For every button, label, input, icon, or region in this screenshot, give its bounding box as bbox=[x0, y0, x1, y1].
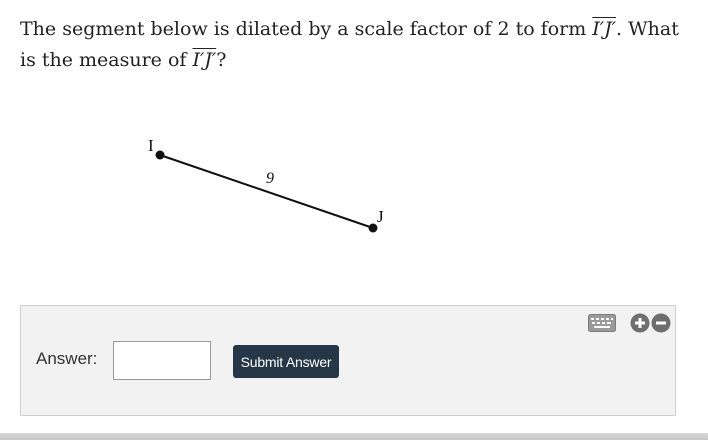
card-bottom-shadow bbox=[0, 433, 708, 440]
zoom-out-icon[interactable] bbox=[651, 313, 671, 333]
question-card: The segment below is dilated by a scale … bbox=[0, 0, 708, 433]
scale-factor: 2 bbox=[497, 18, 510, 40]
point-j-label: J bbox=[377, 207, 384, 226]
keyboard-icon[interactable] bbox=[588, 314, 616, 332]
answer-panel: Answer: Submit Answer bbox=[20, 305, 676, 416]
question-text: The segment below is dilated by a scale … bbox=[20, 14, 690, 76]
point-i bbox=[155, 150, 165, 160]
question-text-before: The segment below is dilated by a scale … bbox=[20, 18, 498, 40]
segment-ij bbox=[159, 154, 374, 229]
point-i-label: I bbox=[148, 136, 154, 155]
question-text-end: ? bbox=[216, 49, 227, 71]
submit-answer-button[interactable]: Submit Answer bbox=[233, 345, 339, 378]
segment-length-label: 9 bbox=[266, 170, 274, 187]
answer-label: Answer: bbox=[36, 349, 98, 368]
zoom-in-icon[interactable] bbox=[630, 313, 650, 333]
segment-figure: I J 9 bbox=[148, 136, 384, 233]
segment-image-label: I′J′ bbox=[592, 18, 617, 40]
answer-input[interactable] bbox=[113, 341, 211, 380]
question-text-mid: to form bbox=[509, 18, 593, 40]
segment-image-label-2: I′J′ bbox=[192, 49, 217, 71]
